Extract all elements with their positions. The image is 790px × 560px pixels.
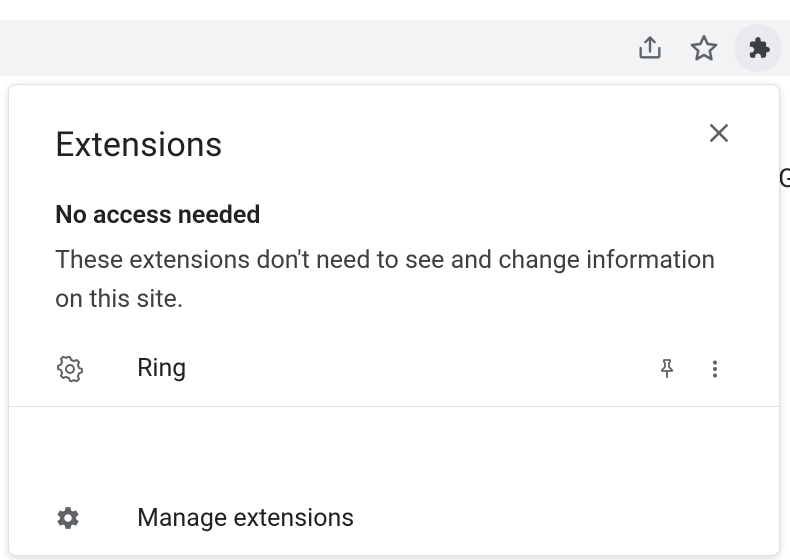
divider	[9, 406, 779, 407]
extension-row[interactable]: Ring	[55, 342, 739, 396]
bookmark-button[interactable]	[680, 24, 728, 72]
toolbar-actions	[626, 24, 782, 72]
share-button[interactable]	[626, 24, 674, 72]
share-icon	[636, 34, 664, 62]
pin-button[interactable]	[643, 345, 691, 393]
extensions-popup: Extensions No access needed These extens…	[8, 84, 780, 556]
pin-icon	[655, 357, 679, 381]
browser-toolbar	[0, 0, 790, 78]
section-description: These extensions don't need to see and c…	[55, 242, 739, 320]
extension-more-button[interactable]	[691, 345, 739, 393]
extensions-button[interactable]	[734, 24, 782, 72]
close-icon	[706, 120, 732, 146]
popup-title: Extensions	[55, 125, 223, 165]
extension-item-icon	[55, 354, 91, 384]
star-icon	[689, 33, 719, 63]
gear-outline-icon	[55, 354, 85, 384]
more-vert-icon	[703, 357, 727, 381]
extension-name: Ring	[91, 354, 643, 383]
manage-extensions-label: Manage extensions	[91, 504, 354, 533]
close-button[interactable]	[699, 113, 739, 153]
manage-extensions-row[interactable]: Manage extensions	[9, 481, 779, 555]
section-heading: No access needed	[55, 201, 739, 230]
popup-header: Extensions	[55, 109, 739, 165]
gear-solid-icon	[55, 505, 81, 531]
footer-icon	[55, 505, 91, 531]
popup-body: Extensions No access needed These extens…	[9, 85, 779, 481]
page-edge-glyph: G	[778, 164, 790, 194]
puzzle-icon	[745, 35, 771, 61]
